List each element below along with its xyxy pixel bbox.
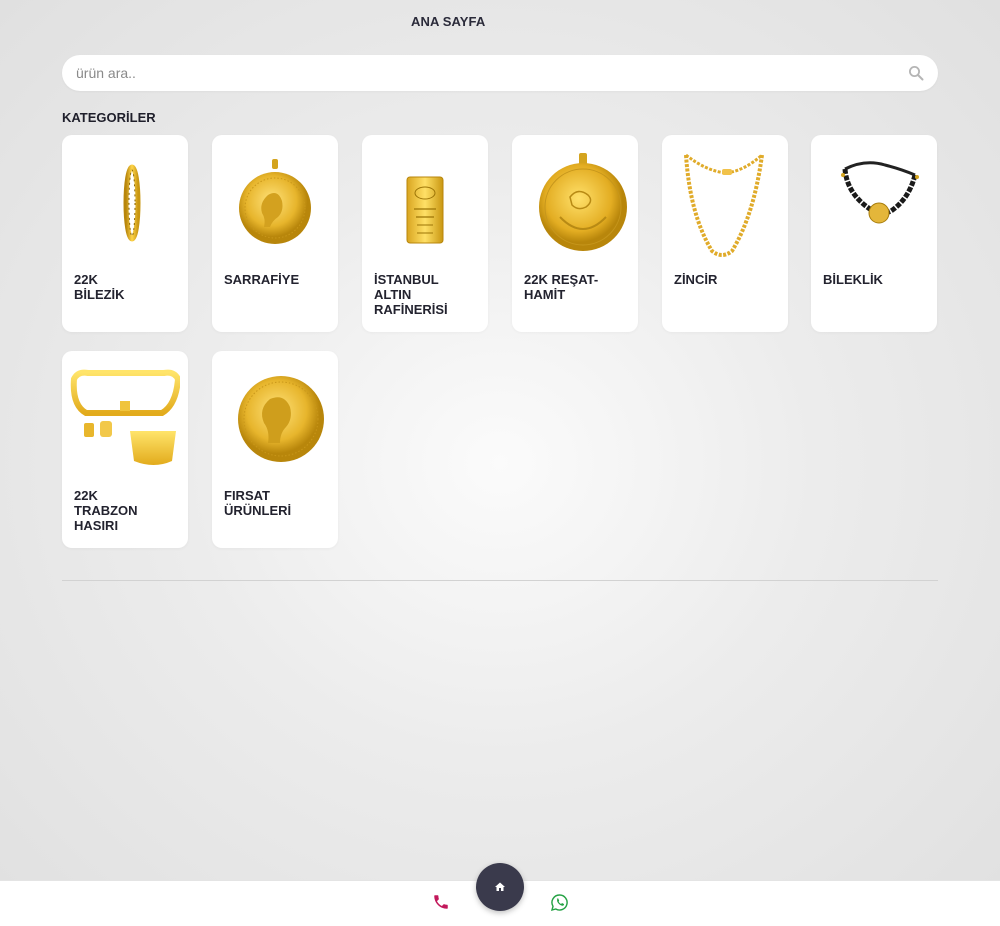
category-card-sarrafiye[interactable]: SARRAFİYE xyxy=(212,135,338,332)
trabzon-set-image xyxy=(70,361,180,479)
search-icon[interactable] xyxy=(908,65,924,81)
category-label: BİLEKLİK xyxy=(823,272,883,287)
home-icon xyxy=(495,882,505,891)
category-card-22k-bilezik[interactable]: 22K BİLEZİK xyxy=(62,135,188,332)
category-label: 22K REŞAT- HAMİT xyxy=(524,272,599,302)
category-card-22k-resat-hamit[interactable]: 22K REŞAT- HAMİT xyxy=(512,135,638,332)
category-card-istanbul-altin-rafinerisi[interactable]: İSTANBUL ALTIN RAFİNERİSİ xyxy=(362,135,488,332)
search-bar[interactable] xyxy=(62,55,938,91)
category-card-bileklik[interactable]: BİLEKLİK xyxy=(811,135,937,332)
resat-coin-image xyxy=(520,145,630,263)
category-label: ZİNCİR xyxy=(674,272,718,287)
category-label: FIRSAT ÜRÜNLERİ xyxy=(224,488,292,518)
category-card-22k-trabzon-hasiri[interactable]: 22K TRABZON HASIRI xyxy=(62,351,188,548)
phone-icon[interactable] xyxy=(432,893,450,911)
category-card-zincir[interactable]: ZİNCİR xyxy=(662,135,788,332)
coin-pendant-image xyxy=(220,145,330,263)
chain-image xyxy=(670,145,780,263)
bracelet-image xyxy=(819,145,929,263)
whatsapp-icon[interactable] xyxy=(550,893,569,912)
gold-bar-image xyxy=(370,145,480,263)
category-label: İSTANBUL ALTIN RAFİNERİSİ xyxy=(374,272,448,317)
category-card-firsat-urunleri[interactable]: FIRSAT ÜRÜNLERİ xyxy=(212,351,338,548)
bangle-image xyxy=(70,145,180,263)
ataturk-coin-image xyxy=(220,361,330,479)
category-label: 22K BİLEZİK xyxy=(74,272,125,302)
categories-heading: KATEGORİLER xyxy=(62,110,156,125)
page-title[interactable]: ANA SAYFA xyxy=(411,14,485,29)
category-label: 22K TRABZON HASIRI xyxy=(74,488,138,533)
divider xyxy=(62,580,938,581)
category-label: SARRAFİYE xyxy=(224,272,300,287)
search-input[interactable] xyxy=(76,55,896,91)
home-button[interactable] xyxy=(476,863,524,911)
